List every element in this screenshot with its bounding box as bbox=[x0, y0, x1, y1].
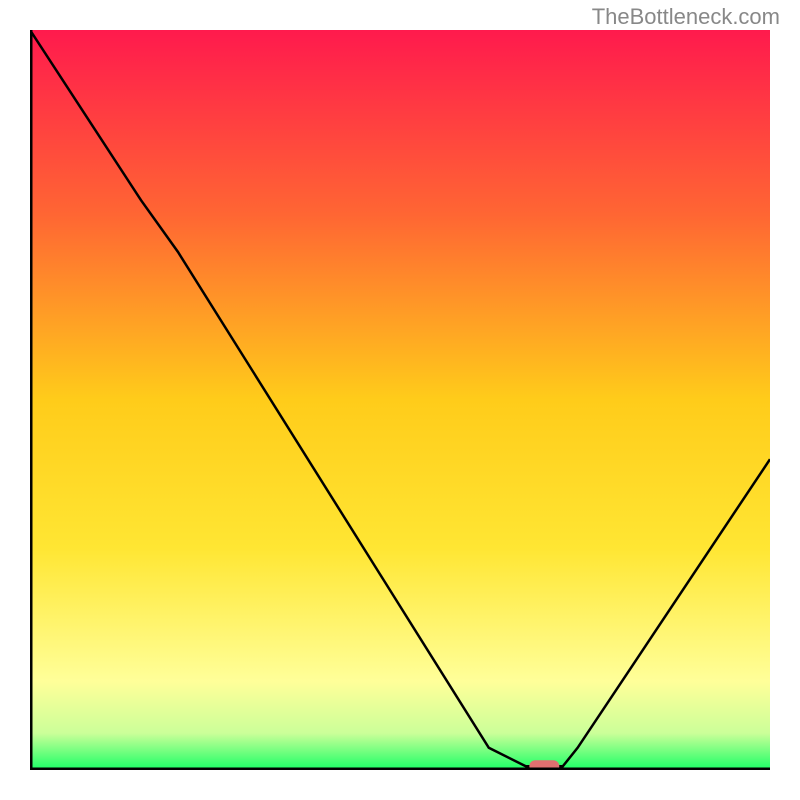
watermark-text: TheBottleneck.com bbox=[592, 4, 780, 30]
chart-container: TheBottleneck.com bbox=[0, 0, 800, 800]
chart-svg bbox=[30, 30, 770, 770]
plot-area bbox=[30, 30, 770, 770]
gradient-background bbox=[30, 30, 770, 770]
